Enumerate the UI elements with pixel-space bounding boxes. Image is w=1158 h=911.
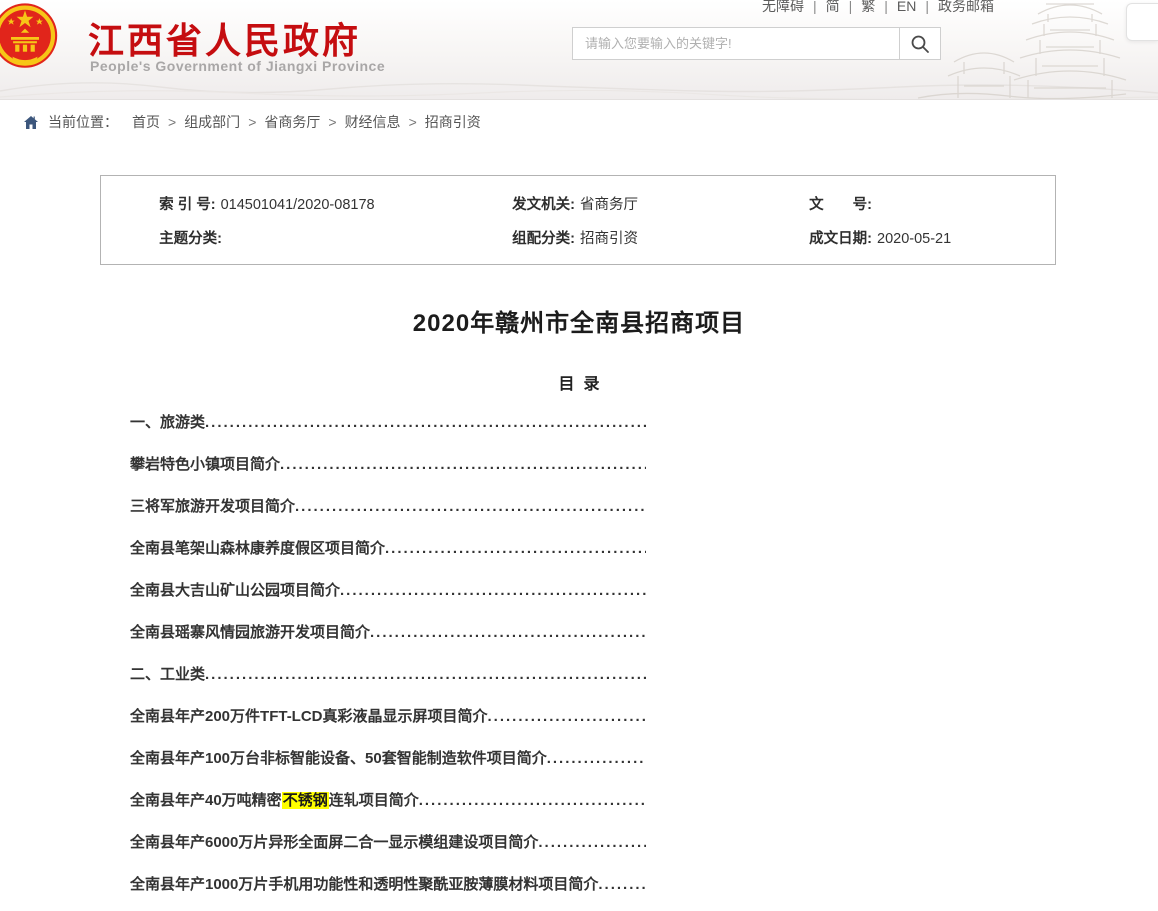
home-icon (23, 115, 39, 130)
dot-leader (280, 444, 646, 486)
breadcrumb-item-commerce-dept[interactable]: 省商务厅 (264, 112, 320, 132)
toc-item-yaozhai-garden: 全南县瑶寨风情园旅游开发项目简介 (130, 612, 646, 654)
dot-leader (205, 402, 646, 444)
toc-item-tourism-category: 一、旅游类 (130, 402, 646, 444)
dot-leader (488, 696, 646, 738)
breadcrumb-separator: > (248, 114, 256, 130)
search-button[interactable] (900, 27, 941, 60)
toc-item-smart-equipment: 全南县年产100万台非标智能设备、50套智能制造软件项目简介 (130, 738, 646, 780)
toc-item-bijiashan-resort: 全南县笔架山森林康养度假区项目简介 (130, 528, 646, 570)
dot-leader (419, 780, 646, 822)
breadcrumb-label: 当前位置： (48, 112, 118, 132)
link-gov-mail[interactable]: 政务邮箱 (938, 0, 994, 16)
link-traditional-chinese[interactable]: 繁 (861, 0, 875, 16)
toc-item-climbing-town: 攀岩特色小镇项目简介 (130, 444, 646, 486)
document-meta-box: 索 引 号:014501041/2020-08178 发文机关:省商务厅 文 号… (100, 175, 1056, 265)
dot-leader (295, 486, 646, 528)
floating-widget[interactable] (1126, 3, 1158, 41)
search-highlight: 不锈钢 (282, 792, 329, 809)
document-title: 2020年赣州市全南县招商项目 (0, 303, 1158, 338)
breadcrumb-item-investment[interactable]: 招商引资 (425, 112, 481, 132)
search-bar (572, 27, 941, 60)
toc-item-display-module: 全南县年产6000万片异形全面屏二合一显示模组建设项目简介 (130, 822, 646, 864)
search-input[interactable] (572, 27, 900, 60)
toc-item-stainless-steel: 全南县年产40万吨精密不锈钢连轧项目简介 (130, 780, 646, 822)
breadcrumb-separator: > (328, 114, 336, 130)
top-utility-links: 无障碍 | 简 | 繁 | EN | 政务邮箱 (762, 0, 994, 16)
toc-item-dajishan-park: 全南县大吉山矿山公园项目简介 (130, 570, 646, 612)
breadcrumb-item-departments[interactable]: 组成部门 (184, 112, 240, 132)
link-separator: | (925, 0, 929, 14)
dot-leader (538, 822, 646, 864)
breadcrumb-separator: > (168, 114, 176, 130)
toc-item-polyimide-film: 全南县年产1000万片手机用功能性和透明性聚酰亚胺薄膜材料项目简介 (130, 864, 646, 906)
breadcrumb-separator: > (409, 114, 417, 130)
site-logo[interactable] (0, 2, 60, 72)
meta-theme-category: 主题分类: (135, 211, 488, 264)
toc-item-industry-category: 二、工业类 (130, 654, 646, 696)
dot-leader (340, 570, 646, 612)
site-subtitle: People's Government of Jiangxi Province (90, 58, 385, 74)
breadcrumb-item-finance-info[interactable]: 财经信息 (345, 112, 401, 132)
toc-item-tft-lcd: 全南县年产200万件TFT-LCD真彩液晶显示屏项目简介 (130, 696, 646, 738)
link-simplified-chinese[interactable]: 简 (826, 0, 840, 16)
search-icon (910, 34, 930, 54)
dot-leader (598, 864, 646, 906)
breadcrumb-item-home[interactable]: 首页 (132, 112, 160, 132)
dot-leader (370, 612, 646, 654)
link-separator: | (884, 0, 888, 14)
site-header: 江西省人民政府 People's Government of Jiangxi P… (0, 0, 1158, 100)
link-accessibility[interactable]: 无障碍 (762, 0, 804, 16)
breadcrumb: 当前位置： 首页 > 组成部门 > 省商务厅 > 财经信息 > 招商引资 (0, 101, 1158, 143)
link-english[interactable]: EN (897, 0, 916, 14)
dot-leader (547, 738, 646, 780)
table-of-contents: 一、旅游类 攀岩特色小镇项目简介 三将军旅游开发项目简介 全南县笔架山森林康养度… (130, 402, 646, 906)
link-separator: | (813, 0, 817, 14)
meta-publish-date: 成文日期:2020-05-21 (785, 211, 1055, 264)
toc-heading: 目 录 (0, 370, 1158, 394)
national-emblem-icon (0, 2, 60, 72)
link-separator: | (849, 0, 853, 14)
site-title: 江西省人民政府 (88, 12, 361, 64)
dot-leader (385, 528, 646, 570)
toc-item-three-generals: 三将军旅游开发项目简介 (130, 486, 646, 528)
page: 江西省人民政府 People's Government of Jiangxi P… (0, 0, 1158, 911)
meta-group-category: 组配分类:招商引资 (488, 211, 785, 264)
dot-leader (205, 654, 646, 696)
